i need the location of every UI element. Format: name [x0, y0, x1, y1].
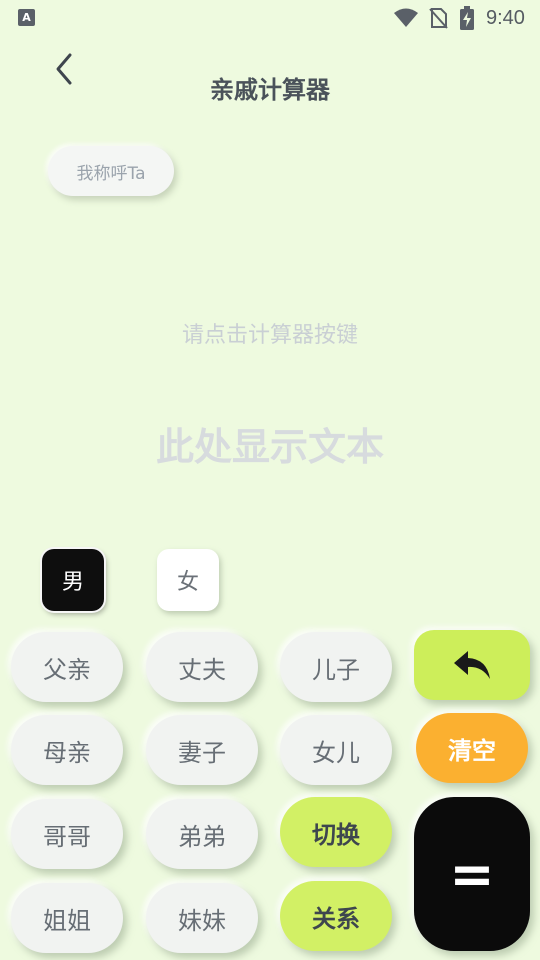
wifi-icon [394, 8, 418, 27]
key-daughter[interactable]: 女儿 [280, 715, 392, 785]
gender-male-button[interactable]: 男 [42, 549, 104, 611]
clear-button[interactable]: 清空 [416, 713, 528, 783]
key-husband[interactable]: 丈夫 [146, 632, 258, 702]
hint-text: 请点击计算器按键 [181, 323, 358, 348]
status-bar: A 9:40 [0, 0, 540, 36]
key-younger-brother[interactable]: 弟弟 [146, 799, 258, 869]
key-elder-sister[interactable]: 姐姐 [11, 883, 123, 953]
equals-button[interactable]: = [414, 797, 530, 951]
key-younger-sister[interactable]: 妹妹 [146, 883, 258, 953]
key-elder-brother[interactable]: 哥哥 [11, 799, 123, 869]
page-title: 亲戚计算器 [210, 76, 330, 104]
gender-female-button[interactable]: 女 [157, 549, 219, 611]
undo-button[interactable] [414, 630, 530, 700]
key-mother[interactable]: 母亲 [11, 715, 123, 785]
relation-button[interactable]: 关系 [280, 881, 392, 951]
call-them-chip[interactable]: 我称呼Ta [48, 146, 174, 196]
reply-arrow-icon [454, 651, 490, 679]
switch-button[interactable]: 切换 [280, 797, 392, 867]
result-text: 此处显示文本 [155, 425, 384, 469]
no-sim-icon [429, 8, 448, 29]
key-son[interactable]: 儿子 [280, 632, 392, 702]
app-notification-icon: A [18, 9, 35, 26]
status-time: 9:40 [486, 7, 525, 29]
key-father[interactable]: 父亲 [11, 632, 123, 702]
battery-charging-icon [460, 6, 474, 30]
key-wife[interactable]: 妻子 [146, 715, 258, 785]
